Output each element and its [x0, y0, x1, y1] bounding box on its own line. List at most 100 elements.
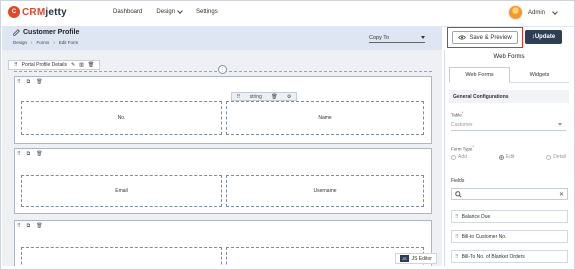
- nav-design[interactable]: Design: [156, 8, 183, 15]
- page-title-text: Customer Profile: [23, 29, 80, 36]
- radio-detail[interactable]: Detail: [546, 154, 566, 160]
- user-name: Admin: [527, 9, 545, 16]
- radio-dot: [546, 154, 552, 160]
- gear-icon[interactable]: ⚙: [287, 94, 291, 100]
- row-toolbar: ⠿ ⧉ 🗑: [17, 223, 43, 229]
- breadcrumb-item[interactable]: Design: [13, 40, 27, 45]
- trash-icon[interactable]: 🗑: [36, 79, 42, 85]
- drag-handle-icon[interactable]: ⠿: [455, 214, 459, 220]
- search-icon: [455, 190, 462, 198]
- logo[interactable]: C CRMjetty: [8, 6, 67, 18]
- radio-label: Detail: [553, 154, 566, 160]
- field-email[interactable]: Email: [21, 175, 222, 207]
- drag-handle-icon[interactable]: ⠿: [17, 151, 21, 157]
- panel-tabs: Web Forms Widgets: [449, 67, 569, 83]
- field-item-label: Balance Due: [461, 213, 491, 220]
- breadcrumb: Design › Forms › Edit Form: [13, 40, 78, 45]
- table-label: Table*: [451, 111, 463, 118]
- js-editor-label: JS Editor: [411, 255, 432, 262]
- table-label-text: Table: [451, 112, 462, 118]
- general-config-header: General Configurations: [449, 90, 569, 103]
- top-nav: C CRMjetty Dashboard Design Settings Adm…: [0, 0, 575, 27]
- form-canvas: ⠿ Portal Profile Details ✎ ▥ 🗑 ⋮ ⠿ ⧉ 🗑 N…: [2, 50, 442, 266]
- nav-design-label: Design: [156, 9, 176, 15]
- required-mark: *: [461, 111, 464, 115]
- breadcrumb-item: Edit Form: [58, 40, 79, 45]
- drag-handle-icon[interactable]: ⠿: [237, 94, 241, 100]
- copy-to-label: Copy To: [369, 34, 390, 41]
- tab-widgets[interactable]: Widgets: [510, 67, 569, 82]
- field-username[interactable]: Username: [226, 175, 424, 207]
- radio-label: Edit: [505, 154, 515, 160]
- drag-handle-icon[interactable]: ⠿: [455, 234, 459, 240]
- radio-label: Add: [458, 154, 467, 160]
- chevron-down-icon: [177, 8, 183, 14]
- nav-links: Dashboard Design Settings: [113, 8, 218, 15]
- save-preview-button[interactable]: Save & Preview: [452, 31, 518, 44]
- properties-panel: Web Forms Web Forms Widgets General Conf…: [444, 50, 572, 266]
- required-mark: *: [472, 145, 474, 149]
- radio-dot: [451, 154, 456, 160]
- section-title: Portal Profile Details: [21, 62, 67, 68]
- nav-dashboard[interactable]: Dashboard: [113, 9, 142, 15]
- logo-crm: CRM: [22, 6, 46, 18]
- fields-label: Fields: [451, 178, 465, 184]
- table-value: Customer: [451, 121, 473, 128]
- breadcrumb-separator: ›: [53, 40, 55, 45]
- field-list-item[interactable]: ⠿ Bill-To No. of Blanket Orders: [451, 250, 568, 263]
- table-select[interactable]: Customer: [451, 119, 566, 131]
- drag-handle-icon[interactable]: ⠿: [17, 79, 21, 85]
- form-row: ⠿ ⧉ 🗑 Email Username: [14, 148, 432, 214]
- pencil-icon[interactable]: [13, 29, 20, 36]
- trash-icon[interactable]: 🗑: [36, 223, 42, 229]
- form-type-radios: Add Edit Detail: [451, 154, 566, 160]
- form-row: ⠿ ⧉ 🗑 No. ⠿ string 🗑 ⚙ Name: [14, 76, 432, 144]
- js-editor-button[interactable]: JS JS Editor: [395, 253, 437, 264]
- tab-web-forms[interactable]: Web Forms: [449, 67, 510, 83]
- eye-icon: [458, 35, 467, 40]
- nav-settings[interactable]: Settings: [196, 9, 218, 15]
- field-no[interactable]: No.: [21, 101, 222, 135]
- collapse-toggle-icon[interactable]: ⋮: [218, 65, 227, 74]
- field-list-item[interactable]: ⠿ Balance Due: [451, 210, 568, 223]
- page-title: Customer Profile: [13, 29, 79, 36]
- field-label: No.: [117, 115, 126, 121]
- breadcrumb-item[interactable]: Forms: [37, 40, 50, 45]
- dropdown-arrow-icon: [421, 36, 425, 39]
- copy-icon[interactable]: ⧉: [27, 151, 31, 157]
- drag-handle-icon[interactable]: ⠿: [14, 62, 18, 68]
- trash-icon[interactable]: 🗑: [36, 151, 42, 157]
- field-label: Name: [318, 115, 332, 121]
- page-header: Customer Profile Design › Forms › Edit For…: [2, 27, 442, 50]
- form-type-label: Form Type*: [451, 145, 474, 152]
- save-preview-label: Save & Preview: [469, 34, 512, 41]
- copy-to-select[interactable]: Copy To: [369, 33, 425, 43]
- radio-add[interactable]: Add: [451, 154, 467, 160]
- columns-icon[interactable]: ▥: [79, 62, 84, 68]
- logo-jetty: jetty: [45, 6, 67, 18]
- trash-icon[interactable]: 🗑: [88, 62, 94, 68]
- edit-icon[interactable]: ✎: [71, 62, 75, 68]
- field-empty[interactable]: [21, 247, 222, 266]
- field-list-item[interactable]: ⠿ Bill-to Customer No.: [451, 230, 568, 243]
- copy-icon[interactable]: ⧉: [27, 223, 31, 229]
- fields-search-input[interactable]: ✕: [451, 188, 568, 200]
- radio-dot-selected: [498, 154, 504, 160]
- close-icon[interactable]: ✕: [559, 191, 564, 198]
- logo-icon: C: [8, 6, 20, 18]
- section-tab[interactable]: ⠿ Portal Profile Details ✎ ▥ 🗑: [8, 60, 101, 70]
- field-item-label: Bill-to Customer No.: [461, 233, 507, 240]
- panel-title: Web Forms: [493, 54, 525, 60]
- field-name[interactable]: ⠿ string 🗑 ⚙ Name: [226, 92, 424, 135]
- row-toolbar: ⠿ ⧉ 🗑: [17, 151, 43, 157]
- drag-handle-icon[interactable]: ⠿: [17, 223, 21, 229]
- user-menu[interactable]: Admin: [507, 5, 558, 20]
- chevron-down-icon: [552, 8, 558, 15]
- update-button[interactable]: ↕ Update: [525, 30, 562, 44]
- highlight-box: Save & Preview: [447, 27, 523, 48]
- drag-handle-icon[interactable]: ⠿: [455, 254, 459, 260]
- trash-icon[interactable]: 🗑: [271, 94, 277, 100]
- field-item-label: Bill-To No. of Blanket Orders: [461, 253, 525, 260]
- copy-icon[interactable]: ⧉: [27, 79, 31, 85]
- radio-edit[interactable]: Edit: [498, 154, 515, 160]
